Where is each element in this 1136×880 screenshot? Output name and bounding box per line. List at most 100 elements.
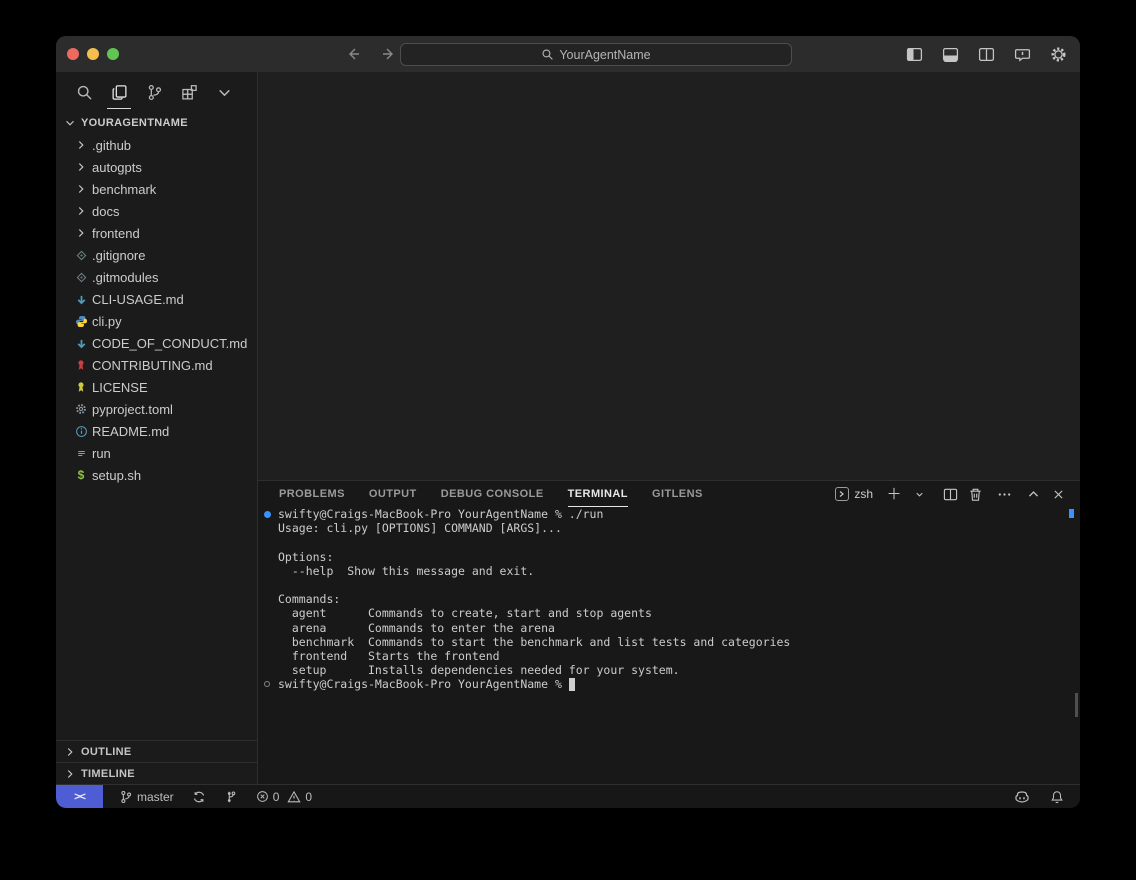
minimize-window-button[interactable] bbox=[87, 48, 99, 60]
titlebar: YourAgentName bbox=[56, 36, 1080, 72]
timeline-section[interactable]: TIMELINE bbox=[56, 762, 257, 784]
terminal-scrollbar[interactable] bbox=[1075, 693, 1078, 717]
remote-indicator[interactable]: >< bbox=[56, 785, 103, 808]
tree-item-label: CODE_OF_CONDUCT.md bbox=[92, 336, 247, 351]
ribbon-icon bbox=[73, 359, 89, 371]
root-folder-label: YOURAGENTNAME bbox=[81, 117, 188, 129]
tree-item-README.md[interactable]: README.md bbox=[56, 420, 257, 442]
sync-changes-item[interactable] bbox=[190, 785, 208, 808]
copilot-icon bbox=[1014, 789, 1030, 805]
problems-item[interactable]: 0 0 bbox=[254, 785, 314, 808]
new-terminal-icon[interactable]: ＋ bbox=[886, 484, 902, 504]
search-icon bbox=[541, 48, 554, 61]
panel-tab-problems[interactable]: PROBLEMS bbox=[279, 481, 345, 507]
tree-item-label: setup.sh bbox=[92, 468, 141, 483]
commit-graph-item[interactable] bbox=[222, 785, 240, 808]
info-icon bbox=[73, 425, 89, 438]
terminal-cursor bbox=[569, 678, 576, 691]
markdown-icon bbox=[73, 337, 89, 350]
feedback-icon[interactable] bbox=[1009, 41, 1035, 67]
notifications-bell-icon[interactable] bbox=[1048, 790, 1066, 804]
terminal-line: Commands: bbox=[258, 592, 1080, 606]
git-branch-item[interactable]: master bbox=[117, 785, 176, 808]
kill-terminal-trash-icon[interactable] bbox=[967, 484, 983, 504]
maximize-panel-icon[interactable] bbox=[1025, 484, 1041, 504]
chevron-right-icon bbox=[73, 160, 89, 174]
tree-item-CODE_OF_CONDUCT.md[interactable]: CODE_OF_CONDUCT.md bbox=[56, 332, 257, 354]
tree-item-.gitmodules[interactable]: .gitmodules bbox=[56, 266, 257, 288]
terminal-viewport[interactable]: swifty@Craigs-MacBook-Pro YourAgentName … bbox=[258, 507, 1080, 784]
panel-tab-gitlens[interactable]: GITLENS bbox=[652, 481, 703, 507]
panel-tab-output[interactable]: OUTPUT bbox=[369, 481, 417, 507]
extensions-activity-icon[interactable] bbox=[176, 72, 202, 112]
split-terminal-icon[interactable] bbox=[942, 484, 958, 504]
settings-gear-icon[interactable] bbox=[1045, 41, 1071, 67]
close-window-button[interactable] bbox=[67, 48, 79, 60]
tree-item-pyproject.toml[interactable]: pyproject.toml bbox=[56, 398, 257, 420]
zoom-window-button[interactable] bbox=[107, 48, 119, 60]
git-icon bbox=[73, 271, 89, 284]
tree-item-setup.sh[interactable]: $setup.sh bbox=[56, 464, 257, 486]
chevron-right-icon bbox=[73, 226, 89, 240]
go-forward-icon[interactable] bbox=[376, 41, 402, 67]
terminal-line: swifty@Craigs-MacBook-Pro YourAgentName … bbox=[258, 507, 1080, 521]
outline-section[interactable]: OUTLINE bbox=[56, 740, 257, 762]
tree-item-frontend[interactable]: frontend bbox=[56, 222, 257, 244]
panel-tab-terminal[interactable]: TERMINAL bbox=[568, 481, 628, 507]
tree-item-.github[interactable]: .github bbox=[56, 134, 257, 156]
terminal-icon bbox=[835, 487, 849, 501]
warning-count: 0 bbox=[305, 790, 312, 804]
tree-item-CONTRIBUTING.md[interactable]: CONTRIBUTING.md bbox=[56, 354, 257, 376]
command-center-text: YourAgentName bbox=[559, 48, 650, 62]
copilot-item[interactable] bbox=[1012, 789, 1032, 805]
error-icon bbox=[256, 790, 269, 803]
error-count: 0 bbox=[273, 790, 280, 804]
sidebar: YOURAGENTNAME .githubautogpts benchmark do… bbox=[56, 72, 258, 784]
explorer-activity-icon[interactable] bbox=[106, 72, 132, 112]
source-control-activity-icon[interactable] bbox=[141, 72, 167, 112]
terminal-line bbox=[258, 578, 1080, 592]
tree-item-CLI-USAGE.md[interactable]: CLI-USAGE.md bbox=[56, 288, 257, 310]
launch-profile-chevron-icon[interactable] bbox=[911, 484, 927, 504]
tree-item-autogpts[interactable]: autogpts bbox=[56, 156, 257, 178]
panel-tab-debug-console[interactable]: DEBUG CONSOLE bbox=[441, 481, 544, 507]
tree-item-docs[interactable]: docs bbox=[56, 200, 257, 222]
search-activity-icon[interactable] bbox=[71, 72, 97, 112]
file-tree: .githubautogpts benchmark docs frontend .git… bbox=[56, 134, 257, 486]
command-decoration-filled[interactable] bbox=[264, 511, 271, 518]
activity-bar bbox=[56, 72, 257, 112]
more-actions-icon[interactable] bbox=[996, 484, 1012, 504]
tree-item-label: benchmark bbox=[92, 182, 156, 197]
tree-item-run[interactable]: run bbox=[56, 442, 257, 464]
tree-item-cli.py[interactable]: cli.py bbox=[56, 310, 257, 332]
terminal-line: Options: bbox=[258, 550, 1080, 564]
terminal-line: arena Commands to enter the arena bbox=[258, 621, 1080, 635]
more-views-activity-icon[interactable] bbox=[211, 72, 237, 112]
tree-item-label: README.md bbox=[92, 424, 169, 439]
terminal-line: frontend Starts the frontend bbox=[258, 649, 1080, 663]
command-decoration-outline[interactable] bbox=[264, 681, 270, 687]
toggle-panel-icon[interactable] bbox=[937, 41, 963, 67]
warning-icon bbox=[287, 790, 301, 804]
tree-item-benchmark[interactable]: benchmark bbox=[56, 178, 257, 200]
toggle-secondary-sidebar-icon[interactable] bbox=[973, 41, 999, 67]
tree-item-label: docs bbox=[92, 204, 119, 219]
tree-item-label: cli.py bbox=[92, 314, 122, 329]
terminal-instance-zsh[interactable]: zsh bbox=[835, 487, 873, 501]
close-panel-icon[interactable] bbox=[1050, 484, 1066, 504]
gear-icon bbox=[73, 403, 89, 415]
toggle-sidebar-icon[interactable] bbox=[901, 41, 927, 67]
tree-item-.gitignore[interactable]: .gitignore bbox=[56, 244, 257, 266]
editor-area[interactable] bbox=[258, 72, 1080, 480]
go-back-icon[interactable] bbox=[340, 41, 366, 67]
bottom-panel: PROBLEMS OUTPUT DEBUG CONSOLE TERMINAL GITLE… bbox=[258, 480, 1080, 784]
command-center-search[interactable]: YourAgentName bbox=[400, 43, 792, 66]
tree-item-LICENSE[interactable]: LICENSE bbox=[56, 376, 257, 398]
python-icon bbox=[73, 315, 89, 328]
tree-item-label: LICENSE bbox=[92, 380, 148, 395]
terminal-line: benchmark Commands to start the benchmar… bbox=[258, 635, 1080, 649]
chevron-right-icon bbox=[73, 204, 89, 218]
explorer-root-folder[interactable]: YOURAGENTNAME bbox=[56, 112, 257, 134]
chevron-down-icon bbox=[63, 116, 77, 130]
tree-item-label: frontend bbox=[92, 226, 140, 241]
